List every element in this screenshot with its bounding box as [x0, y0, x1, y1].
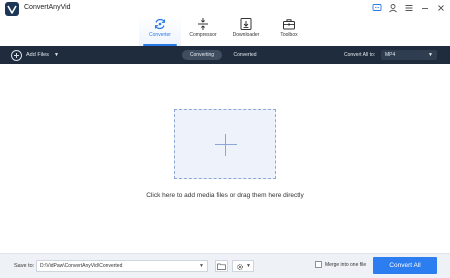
toolbar: Add Files ▼ Converting Converted Convert… — [0, 46, 450, 64]
downloader-icon — [240, 18, 252, 30]
output-format-value: MP4 — [385, 52, 396, 58]
convert-all-to-label: Convert All to: — [344, 52, 376, 58]
add-files-button[interactable]: Add Files ▼ — [11, 49, 59, 61]
merge-checkbox[interactable]: Merge into one file — [315, 261, 366, 268]
tab-label: Compressor — [189, 32, 217, 38]
output-format-select[interactable]: MP4 ▼ — [381, 50, 437, 60]
tab-label: Downloader — [232, 32, 260, 38]
menu-icon[interactable] — [404, 3, 414, 13]
chevron-down-icon: ▼ — [428, 52, 433, 58]
plus-icon-bar — [215, 144, 237, 145]
bottom-bar: Save to: D:\VidPaw\ConvertAnyVid\Convert… — [0, 253, 450, 278]
add-files-label: Add Files — [26, 52, 49, 58]
folder-icon — [217, 263, 226, 270]
drop-hint-text[interactable]: Click here to add media files or drag th… — [0, 192, 450, 199]
add-icon — [11, 49, 22, 61]
chevron-down-icon[interactable]: ▼ — [54, 52, 59, 58]
save-path-value: D:\VidPaw\ConvertAnyVid\Converted — [40, 263, 123, 269]
toolbox-icon — [283, 19, 295, 30]
sub-tab-converting[interactable]: Converting — [182, 50, 222, 60]
chevron-down-icon: ▼ — [246, 263, 251, 269]
tab-converter[interactable]: Converter — [139, 16, 181, 46]
compressor-icon — [198, 18, 208, 30]
tab-label: Toolbox — [280, 32, 298, 38]
window-controls — [372, 3, 446, 13]
add-files-dropzone[interactable] — [174, 109, 276, 179]
tab-label: Converter — [149, 32, 171, 38]
tab-toolbox[interactable]: Toolbox — [268, 16, 310, 46]
sub-tab-converted[interactable]: Converted — [228, 50, 262, 60]
user-icon[interactable] — [388, 3, 398, 13]
chevron-down-icon: ▼ — [199, 263, 204, 269]
tab-downloader[interactable]: Downloader — [225, 16, 267, 46]
merge-label: Merge into one file — [325, 261, 367, 268]
close-icon[interactable] — [436, 3, 446, 13]
main-tab-bar: Converter Compressor Downloader Toolbox — [0, 14, 450, 46]
save-to-label: Save to: — [14, 263, 35, 269]
converter-icon — [154, 18, 166, 30]
save-path-select[interactable]: D:\VidPaw\ConvertAnyVid\Converted ▼ — [36, 260, 208, 272]
open-folder-button[interactable] — [215, 260, 228, 272]
convert-all-button[interactable]: Convert All — [373, 257, 437, 274]
gear-icon — [237, 264, 243, 270]
minimize-icon[interactable] — [420, 3, 430, 13]
feedback-icon[interactable] — [372, 3, 382, 13]
tab-compressor[interactable]: Compressor — [182, 16, 224, 46]
app-title: ConvertAnyVid — [24, 4, 71, 11]
checkbox-box[interactable] — [315, 261, 322, 268]
settings-button[interactable]: ▼ — [232, 260, 254, 272]
plus-icon — [225, 134, 226, 156]
